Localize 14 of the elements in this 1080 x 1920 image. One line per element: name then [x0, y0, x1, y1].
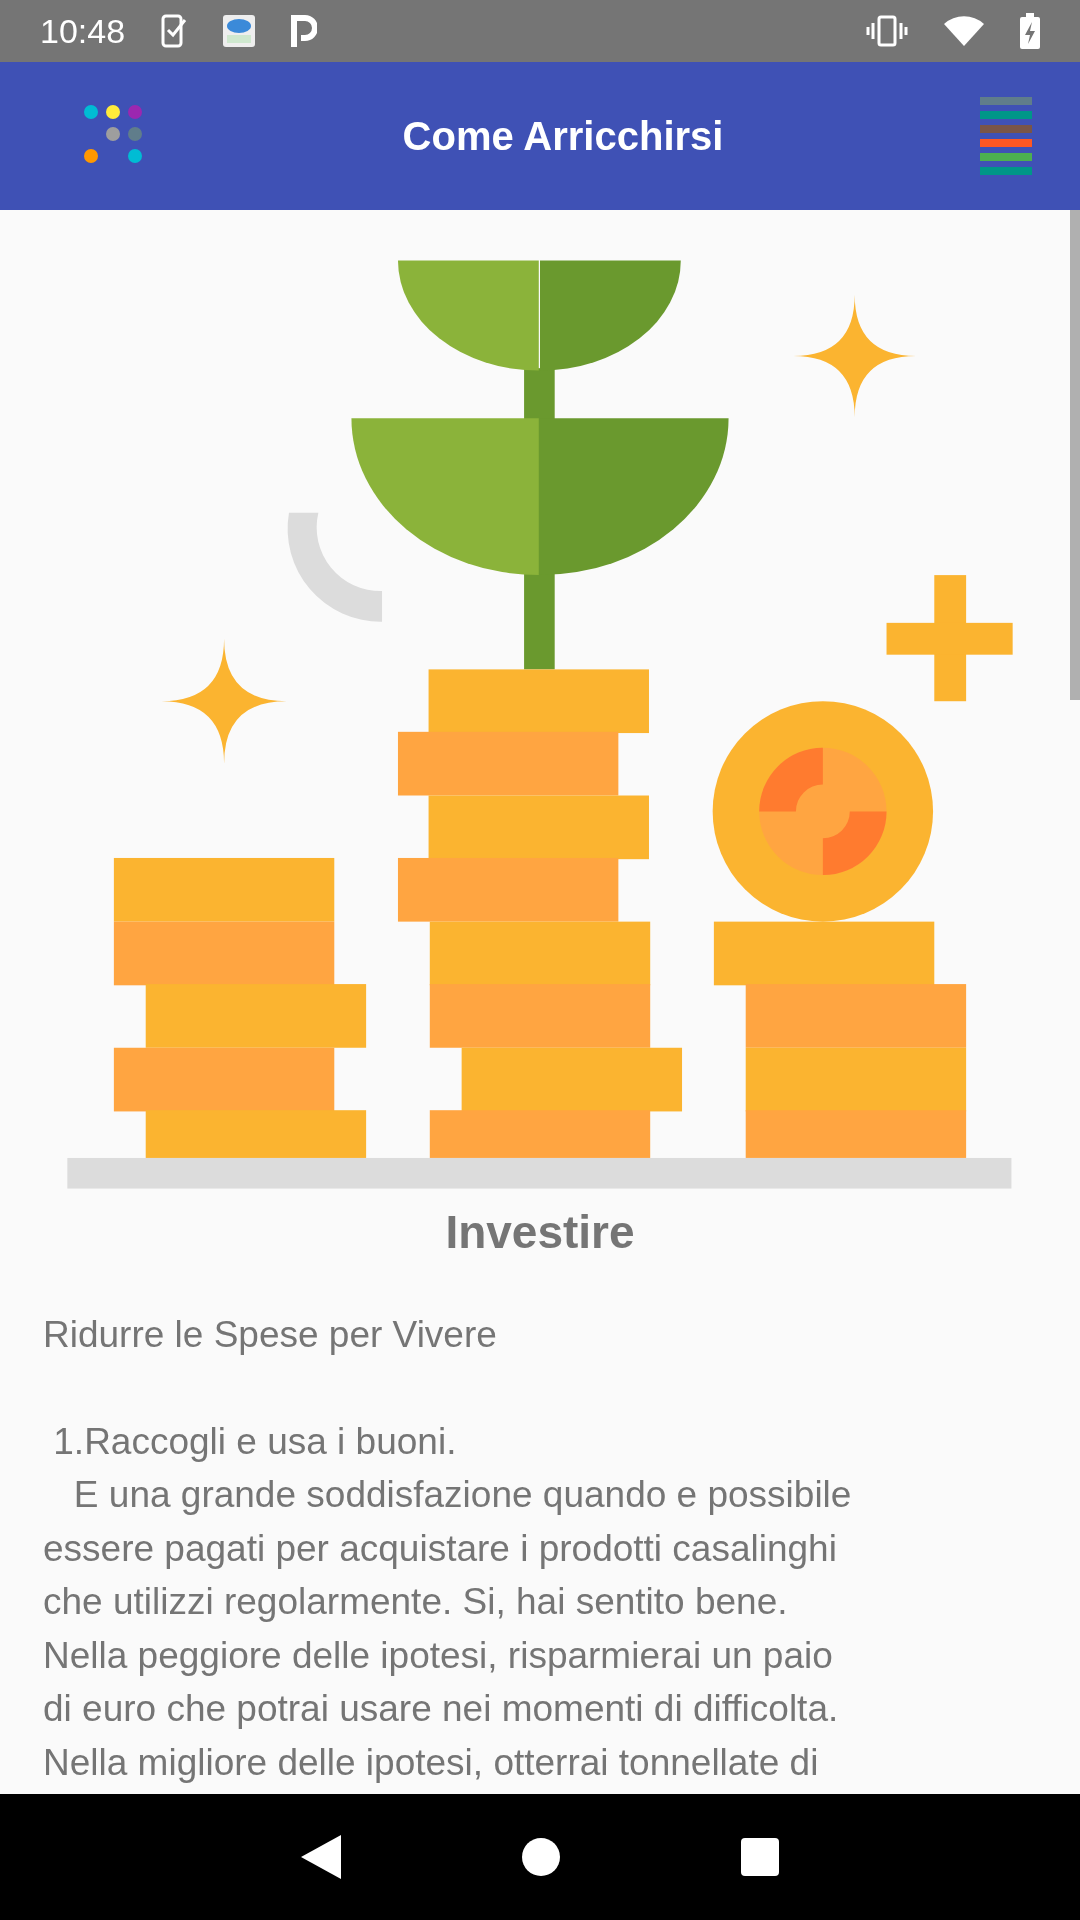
vibrate-icon: [866, 15, 908, 47]
checklist-phone-icon: [161, 14, 188, 48]
parking-icon: [291, 15, 318, 47]
article-body: 1.Raccogli e usa i buoni. E una grande soddisfazione quando e possibile essere pagati per acquistare i prodotti casalinghi che utilizzi regolarmente. Si, hai sentito bene. Nella peggiore delle ipotesi, risparmierai un paio di euro che potrai usare nei momenti di difficolta. Nella migliore delle ipotesi, otterrai tonnellate di: [42, 1419, 853, 1785]
wifi-icon: [944, 16, 984, 46]
battery-icon: [1020, 13, 1040, 49]
clock: 10:48: [40, 10, 126, 52]
back-icon[interactable]: [301, 1835, 341, 1879]
article-subtitle: Ridurre le Spese per Vivere: [43, 1314, 497, 1355]
article-title: Investire: [445, 1205, 635, 1260]
app-title: Come Arricchirsi: [402, 113, 724, 160]
cloud-app-icon: [223, 15, 256, 47]
home-icon[interactable]: [521, 1837, 561, 1877]
menu-icon[interactable]: [980, 97, 1032, 175]
